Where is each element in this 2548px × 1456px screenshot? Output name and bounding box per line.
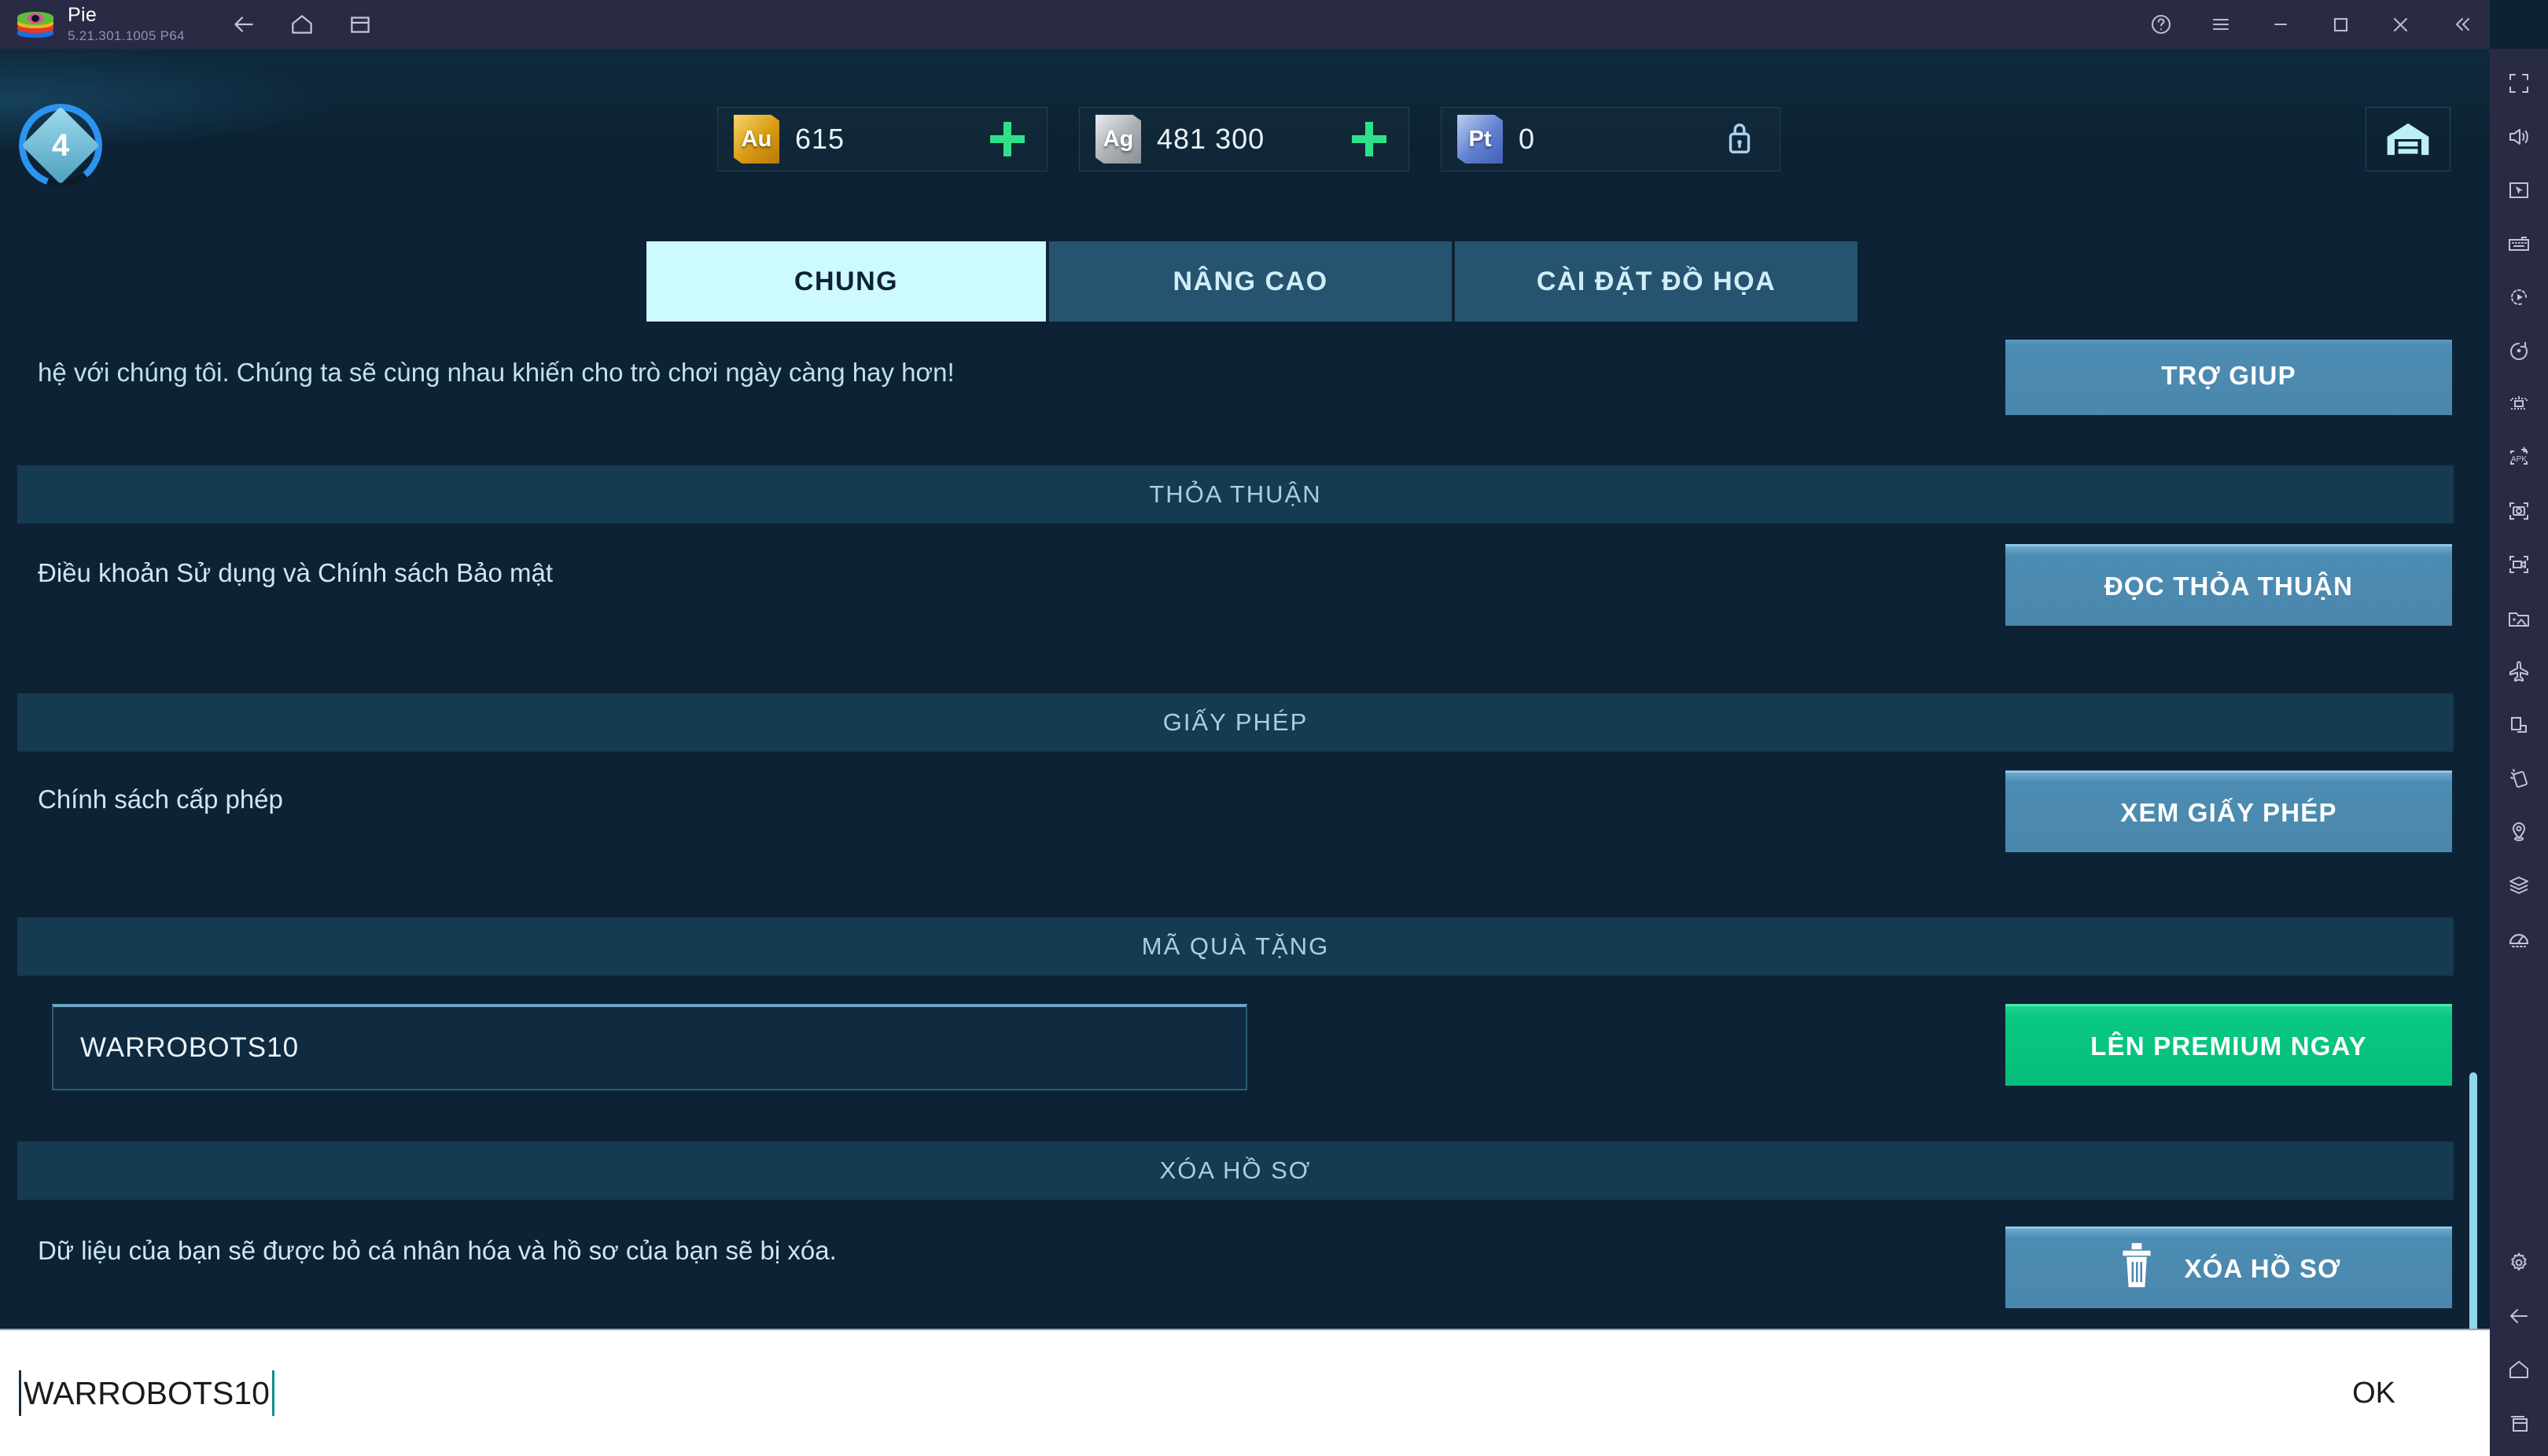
silver-chip-icon: Ag xyxy=(1095,115,1141,164)
shake-icon[interactable] xyxy=(2498,758,2539,799)
section-header-agreement: THỎA THUẬN xyxy=(17,465,2454,524)
player-level-badge: 4 xyxy=(19,104,102,187)
titlebar: Pie 5.21.301.1005 P64 xyxy=(0,0,2490,49)
multi-instance-icon[interactable] xyxy=(344,9,376,40)
garage-icon xyxy=(2387,123,2429,156)
location-icon[interactable] xyxy=(2498,811,2539,852)
app-root: Pie 5.21.301.1005 P64 APK 4 Au 615 Ag 48… xyxy=(0,0,2548,1456)
intro-text: Nếu bạn có bất kỳ câu hỏi nào liên quan … xyxy=(38,340,1972,396)
currency-platinum: Pt 0 xyxy=(1441,107,1780,171)
agreement-row-label: Điều khoản Sử dụng và Chính sách Bảo mật xyxy=(38,558,553,587)
delete-profile-button[interactable]: XÓA HỒ SƠ xyxy=(2005,1226,2452,1308)
performance-icon[interactable] xyxy=(2498,918,2539,959)
home-icon[interactable] xyxy=(286,9,318,40)
window-controls xyxy=(2145,0,2476,49)
ime-caret-right xyxy=(271,1370,274,1416)
close-icon[interactable] xyxy=(2384,9,2416,40)
ime-ok-button[interactable]: OK xyxy=(2352,1377,2395,1410)
read-agreement-button[interactable]: ĐỌC THỎA THUẬN xyxy=(2005,544,2452,626)
install-apk-icon[interactable]: APK xyxy=(2498,437,2539,478)
gold-plus-icon[interactable] xyxy=(990,122,1025,156)
svg-text:APK: APK xyxy=(2511,455,2527,464)
bluestacks-sidebar: APK xyxy=(2490,49,2548,1456)
tab-cai-dat-do-hoa[interactable]: CÀI ĐẶT ĐỒ HỌA xyxy=(1455,241,1858,322)
app-name: Pie xyxy=(68,3,98,26)
section-header-giftcode: MÃ QUÀ TẶNG xyxy=(17,917,2454,976)
app-version: 5.21.301.1005 P64 xyxy=(68,28,185,44)
menu-icon[interactable] xyxy=(2205,9,2237,40)
silver-value: 481 300 xyxy=(1157,123,1265,155)
ime-input-bar: WARROBOTS10 OK xyxy=(0,1329,2490,1456)
gold-chip-icon: Au xyxy=(734,115,779,164)
fullscreen-icon[interactable] xyxy=(2498,63,2539,104)
lock-icon[interactable] xyxy=(1725,119,1755,160)
home-icon[interactable] xyxy=(2498,1349,2539,1390)
airplane-icon[interactable] xyxy=(2498,651,2539,692)
ime-text-field[interactable]: WARROBOTS10 xyxy=(19,1370,274,1416)
level-number: 4 xyxy=(51,127,70,163)
rotate-icon[interactable] xyxy=(2498,330,2539,371)
gold-symbol: Au xyxy=(741,126,772,152)
back-icon[interactable] xyxy=(2498,1296,2539,1337)
gift-code-input[interactable]: WARROBOTS10 xyxy=(52,1004,1247,1090)
delete-profile-row-label: Dữ liệu của bạn sẽ được bỏ cá nhân hóa v… xyxy=(38,1236,837,1265)
volume-icon[interactable] xyxy=(2498,116,2539,157)
trash-icon xyxy=(2116,1241,2157,1297)
tab-chung[interactable]: CHUNG xyxy=(646,241,1046,322)
keyboard-icon[interactable] xyxy=(2498,223,2539,264)
multi-instance-sync-icon[interactable] xyxy=(2498,384,2539,425)
go-premium-button[interactable]: LÊN PREMIUM NGAY xyxy=(2005,1004,2452,1086)
macro-play-icon[interactable] xyxy=(2498,277,2539,318)
view-license-button[interactable]: XEM GIẤY PHÉP xyxy=(2005,770,2452,852)
screenshot-icon[interactable] xyxy=(2498,491,2539,531)
collapse-icon[interactable] xyxy=(2444,9,2476,40)
intro-line-2: hệ với chúng tôi. Chúng ta sẽ cùng nhau … xyxy=(38,358,955,387)
silver-plus-icon[interactable] xyxy=(1352,122,1386,156)
layers-icon[interactable] xyxy=(2498,865,2539,906)
help-button[interactable]: TRỢ GIUP xyxy=(2005,340,2452,415)
recents-icon[interactable] xyxy=(2498,1403,2539,1443)
screen-record-icon[interactable] xyxy=(2498,544,2539,585)
ime-caret-left xyxy=(19,1370,21,1416)
help-icon[interactable] xyxy=(2145,9,2177,40)
section-header-license: GIẤY PHÉP xyxy=(17,693,2454,752)
tab-nang-cao[interactable]: NÂNG CAO xyxy=(1049,241,1452,322)
media-manager-icon[interactable] xyxy=(2498,597,2539,638)
license-row-label: Chính sách cấp phép xyxy=(38,785,283,814)
back-icon[interactable] xyxy=(228,9,260,40)
bluestacks-logo-icon xyxy=(17,8,53,41)
silver-symbol: Ag xyxy=(1103,126,1134,152)
section-header-delete-profile: XÓA HỒ SƠ xyxy=(17,1142,2454,1200)
gold-value: 615 xyxy=(795,123,845,155)
content-scrollbar-track[interactable] xyxy=(2469,341,2484,1442)
titlebar-nav xyxy=(228,9,376,40)
minimize-icon[interactable] xyxy=(2265,9,2296,40)
maximize-icon[interactable] xyxy=(2325,9,2356,40)
settings-tabs: CHUNG NÂNG CAO CÀI ĐẶT ĐỒ HỌA xyxy=(646,241,1858,322)
delete-profile-button-label: XÓA HỒ SƠ xyxy=(2184,1253,2341,1283)
currency-silver: Ag 481 300 xyxy=(1079,107,1409,171)
ime-value: WARROBOTS10 xyxy=(24,1374,270,1411)
settings-content: Nếu bạn có bất kỳ câu hỏi nào liên quan … xyxy=(0,340,2490,1342)
garage-button[interactable] xyxy=(2366,107,2450,171)
platinum-chip-icon: Pt xyxy=(1457,115,1503,164)
pip-icon[interactable] xyxy=(2498,704,2539,745)
game-hud: 4 Au 615 Ag 481 300 Pt 0 xyxy=(0,49,2490,187)
currency-gold: Au 615 xyxy=(717,107,1048,171)
platinum-symbol: Pt xyxy=(1468,126,1492,152)
cursor-icon[interactable] xyxy=(2498,170,2539,211)
game-viewport: 4 Au 615 Ag 481 300 Pt 0 CHUNG NÂNG CAO … xyxy=(0,49,2490,1456)
app-title-block: Pie 5.21.301.1005 P64 xyxy=(68,3,185,44)
platinum-value: 0 xyxy=(1519,123,1536,155)
gear-icon[interactable] xyxy=(2498,1242,2539,1283)
